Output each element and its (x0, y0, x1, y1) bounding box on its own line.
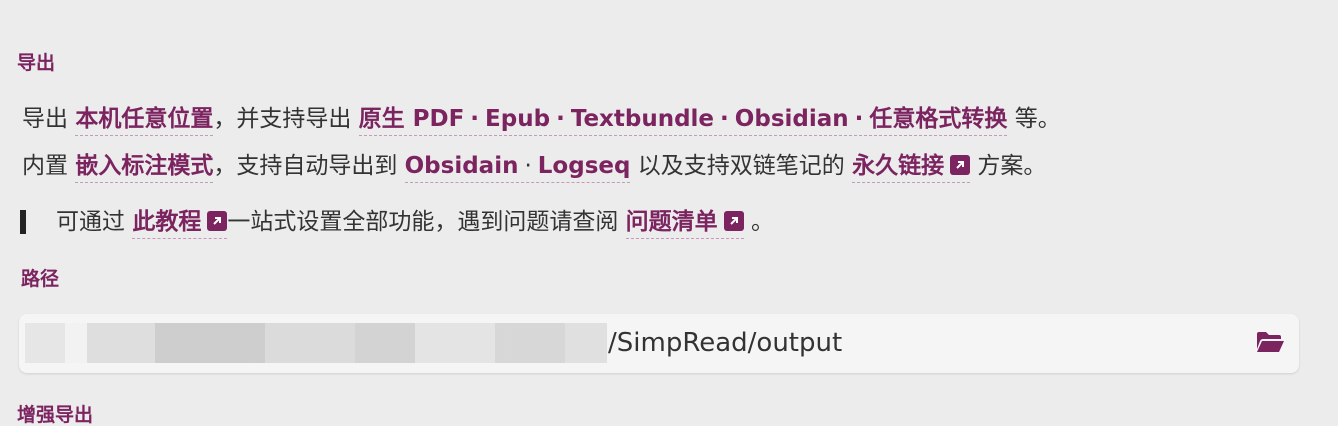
text: 以及支持双链笔记的 (637, 153, 845, 179)
external-link-icon (207, 211, 228, 231)
text: 导出 (22, 106, 68, 132)
note-quote-bar (20, 210, 26, 234)
link-faq-label: 问题清单 (625, 209, 718, 235)
link-format-pdf[interactable]: 原生 PDF (359, 106, 465, 132)
text: 内置 (22, 153, 68, 179)
text: 等。 (1014, 106, 1061, 132)
link-format-convert[interactable]: 任意格式转换 (869, 106, 1007, 132)
separator: · (556, 106, 565, 132)
link-permalink-label: 永久链接 (852, 153, 945, 179)
link-target-logseq[interactable]: Logseq (538, 153, 631, 179)
text: 方案。 (977, 153, 1047, 179)
link-local-location[interactable]: 本机任意位置 (75, 106, 214, 136)
section-title-export: 导出 (17, 52, 56, 74)
export-targets: Obsidain · Logseq (404, 153, 631, 183)
text: 。 (750, 209, 774, 235)
export-note: 可通过 此教程 一站式设置全部功能，遇到问题请查阅 问题清单 。 (56, 209, 774, 239)
separator: · (470, 106, 480, 132)
external-link-icon (723, 211, 744, 231)
link-annotate-mode[interactable]: 嵌入标注模式 (75, 153, 214, 183)
link-tutorial-label: 此教程 (132, 209, 202, 235)
link-permalink[interactable]: 永久链接 (852, 153, 971, 183)
export-line-1: 导出 本机任意位置，并支持导出 原生 PDF · Epub · Textbundle · O… (22, 106, 1061, 136)
redacted-path-prefix (25, 323, 607, 363)
link-target-obsidain[interactable]: Obsidain (405, 153, 519, 179)
text: ，支持自动导出到 (213, 153, 398, 179)
text: 一站式设置全部功能，遇到问题请查阅 (227, 209, 619, 235)
path-value: /SimpRead/output (608, 328, 843, 358)
text: ，并支持导出 (213, 106, 352, 132)
path-input[interactable]: /SimpRead/output (19, 314, 1299, 373)
export-formats: 原生 PDF · Epub · Textbundle · Obsidian · 任意格式转换 (358, 106, 1008, 136)
external-link-icon (950, 155, 971, 175)
section-title-path: 路径 (21, 268, 60, 290)
text: 可通过 (56, 209, 125, 235)
link-format-epub[interactable]: Epub (485, 106, 550, 132)
section-title-enhanced-export: 增强导出 (17, 404, 94, 426)
link-faq[interactable]: 问题清单 (625, 209, 744, 239)
folder-open-icon[interactable] (1255, 330, 1285, 358)
separator: · (854, 106, 864, 132)
separator: · (720, 106, 729, 132)
link-format-obsidian[interactable]: Obsidian (735, 106, 849, 132)
link-tutorial[interactable]: 此教程 (132, 209, 228, 239)
link-format-textbundle[interactable]: Textbundle (571, 106, 714, 132)
export-line-2: 内置 嵌入标注模式，支持自动导出到 Obsidain · Logseq 以及支持双链… (22, 153, 1047, 183)
separator: · (524, 153, 532, 179)
